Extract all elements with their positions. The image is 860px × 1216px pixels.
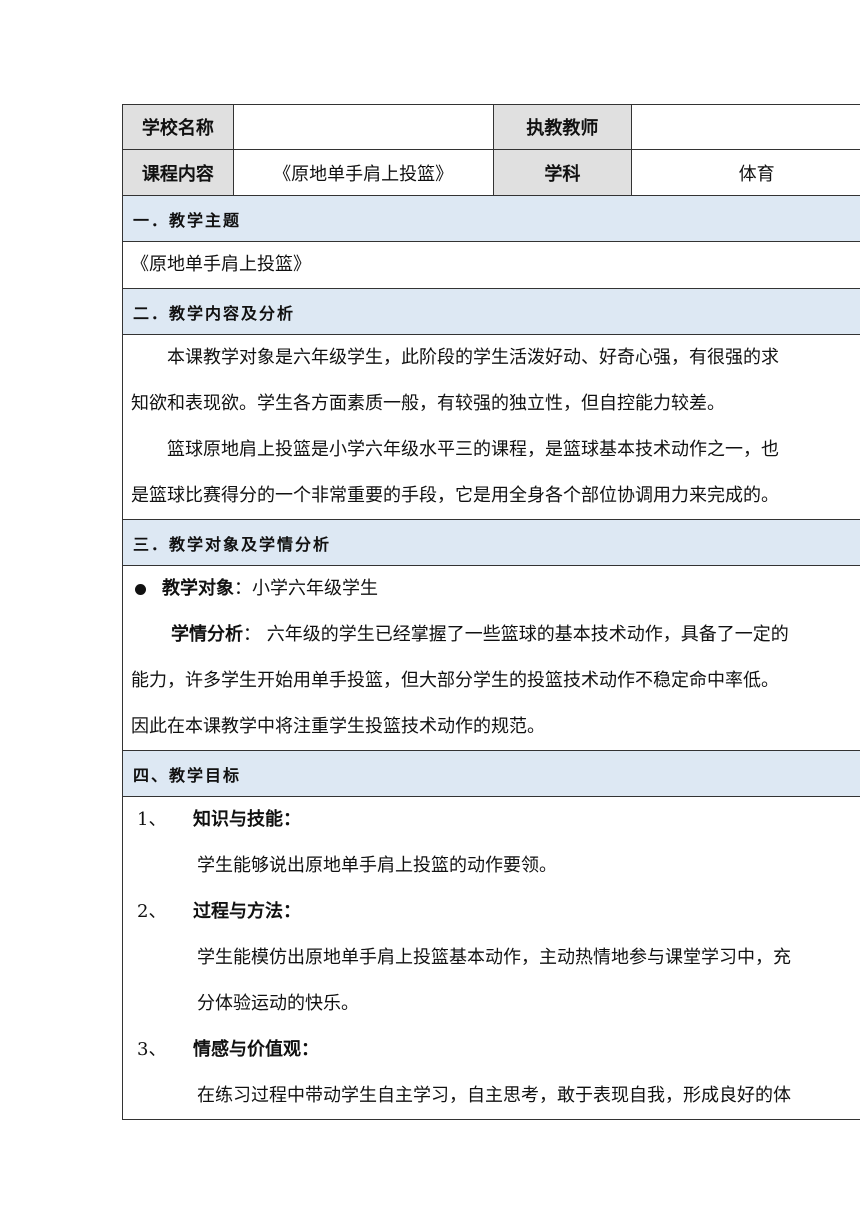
goal-3-number: 3、 bbox=[137, 1039, 167, 1060]
teaching-object-line: 教学对象 ：小学六年级学生 bbox=[133, 566, 860, 612]
analysis-text-1: ： 六年级的学生已经掌握了一些篮球的基本技术动作，具备了一定的 bbox=[243, 624, 789, 645]
goal-2-line-1: 学生能模仿出原地单手肩上投篮基本动作，主动热情地参与课堂学习中，充 bbox=[197, 947, 791, 968]
goal-1-head: 1、 知识与技能： bbox=[131, 797, 860, 843]
content-paragraph-2-line-2: 是篮球比赛得分的一个非常重要的手段，它是用全身各个部位协调用力来完成的。 bbox=[131, 485, 779, 506]
subject-value: 体育 bbox=[632, 150, 860, 195]
goal-2-head: 2、 过程与方法： bbox=[131, 889, 860, 935]
course-label: 课程内容 bbox=[123, 150, 234, 195]
content-paragraph-1-line-2: 知欲和表现欲。学生各方面素质一般，有较强的独立性，但自控能力较差。 bbox=[131, 393, 725, 414]
teaching-object-label: 教学对象 bbox=[162, 578, 234, 599]
goal-3-head: 3、 情感与价值观： bbox=[131, 1027, 860, 1073]
course-value: 《原地单手肩上投篮》 bbox=[234, 150, 494, 195]
analysis-line-3: 因此在本课教学中将注重学生投篮技术动作的规范。 bbox=[131, 716, 545, 737]
teacher-label: 执教教师 bbox=[493, 105, 633, 149]
goal-1-line-1: 学生能够说出原地单手肩上投篮的动作要领。 bbox=[197, 855, 557, 876]
analysis-line-1: 学情分析： 六年级的学生已经掌握了一些篮球的基本技术动作，具备了一定的 bbox=[133, 612, 860, 658]
bullet-icon bbox=[135, 583, 146, 595]
section-2-header: 二．教学内容及分析 bbox=[122, 289, 860, 335]
teaching-theme-text: 《原地单手肩上投篮》 bbox=[131, 254, 311, 275]
content-paragraph-2-line-1: 篮球原地肩上投篮是小学六年级水平三的课程，是篮球基本技术动作之一，也 bbox=[167, 439, 779, 460]
analysis-line-2: 能力，许多学生开始用单手投篮，但大部分学生的投篮技术动作不稳定命中率低。 bbox=[131, 670, 779, 691]
school-name-label: 学校名称 bbox=[123, 105, 234, 149]
section-3-body: 教学对象 ：小学六年级学生 学情分析： 六年级的学生已经掌握了一些篮球的基本技术动… bbox=[122, 566, 860, 751]
goal-2-title: 过程与方法： bbox=[193, 901, 301, 922]
goal-3-title: 情感与价值观： bbox=[193, 1039, 319, 1060]
goal-2-number: 2、 bbox=[137, 901, 167, 922]
section-1-body: 《原地单手肩上投篮》 bbox=[122, 242, 860, 289]
goal-2-line-2: 分体验运动的快乐。 bbox=[197, 993, 359, 1014]
teaching-object-text: ：小学六年级学生 bbox=[234, 578, 378, 599]
header-row-course: 课程内容 《原地单手肩上投篮》 学科 体育 bbox=[122, 150, 860, 196]
section-3-header: 三．教学对象及学情分析 bbox=[122, 520, 860, 566]
analysis-label: 学情分析 bbox=[171, 624, 243, 645]
header-row-school: 学校名称 执教教师 bbox=[122, 104, 860, 150]
section-1-title: 一．教学主题 bbox=[123, 196, 860, 241]
goal-1-title: 知识与技能： bbox=[193, 809, 301, 830]
section-4-title: 四、教学目标 bbox=[123, 751, 860, 796]
section-4-header: 四、教学目标 bbox=[122, 751, 860, 797]
content-paragraph-1-line-1: 本课教学对象是六年级学生，此阶段的学生活泼好动、好奇心强，有很强的求 bbox=[167, 347, 779, 368]
section-1-header: 一．教学主题 bbox=[122, 196, 860, 242]
section-2-title: 二．教学内容及分析 bbox=[123, 289, 860, 334]
school-name-value[interactable] bbox=[234, 105, 494, 149]
section-4-body: 1、 知识与技能： 学生能够说出原地单手肩上投篮的动作要领。 2、 过程与方法：… bbox=[122, 797, 860, 1120]
goal-1-number: 1、 bbox=[137, 809, 167, 830]
subject-label: 学科 bbox=[493, 150, 633, 195]
teacher-value[interactable] bbox=[632, 105, 860, 149]
section-3-title: 三．教学对象及学情分析 bbox=[123, 520, 860, 565]
lesson-plan-table: 学校名称 执教教师 课程内容 《原地单手肩上投篮》 学科 体育 一．教学主题 《… bbox=[122, 104, 860, 1120]
goal-3-line-1: 在练习过程中带动学生自主学习，自主思考，敢于表现自我，形成良好的体 bbox=[197, 1085, 791, 1106]
section-2-body: 本课教学对象是六年级学生，此阶段的学生活泼好动、好奇心强，有很强的求 知欲和表现… bbox=[122, 335, 860, 520]
